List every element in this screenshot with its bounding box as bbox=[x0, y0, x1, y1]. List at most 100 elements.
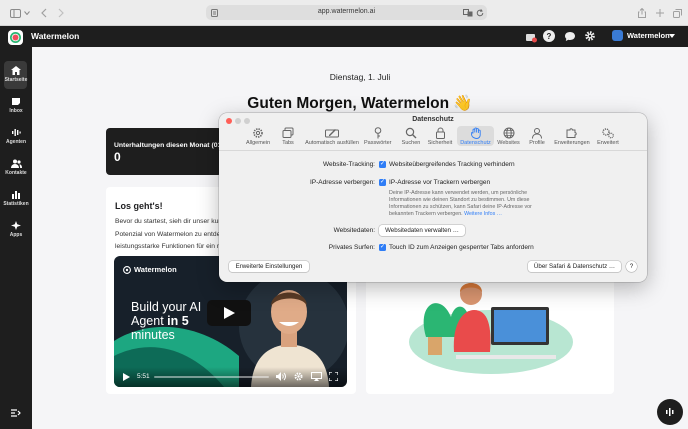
url-text: app.watermelon.ai bbox=[317, 8, 376, 15]
app-header: Watermelon ? Watermelon bbox=[0, 26, 688, 47]
sidebar-item-kontakte[interactable]: Kontakte bbox=[0, 159, 32, 176]
back-icon[interactable] bbox=[39, 7, 49, 19]
collapse-sidebar-icon[interactable] bbox=[10, 408, 22, 418]
ip-label: IP-Adresse verbergen: bbox=[309, 179, 375, 186]
tabs-icon bbox=[282, 127, 294, 138]
chat-icon[interactable] bbox=[563, 30, 576, 42]
private-browsing-option-label[interactable]: Touch ID zum Anzeigen gesperrter Tabs an… bbox=[389, 244, 534, 251]
address-bar[interactable]: app.watermelon.ai bbox=[206, 5, 487, 20]
play-icon bbox=[224, 307, 235, 319]
privacy-settings-window: Datenschutz Allgemein Tabs Automatisch a… bbox=[219, 113, 647, 282]
notifications-icon[interactable] bbox=[524, 30, 537, 43]
private-browsing-label: Privates Surfen: bbox=[328, 244, 375, 251]
volume-icon[interactable] bbox=[276, 372, 286, 381]
key-icon bbox=[374, 127, 381, 139]
chat-launcher-button[interactable] bbox=[657, 399, 683, 425]
sidebar-toggle-icon[interactable] bbox=[9, 8, 21, 18]
getting-started-text: Bevor du startest, sieh dir unser kur Po… bbox=[115, 218, 221, 250]
video-progress-bar[interactable] bbox=[154, 376, 269, 378]
tab-overview-icon[interactable] bbox=[672, 7, 682, 19]
ip-option-label[interactable]: IP-Adresse vor Trackern verbergen bbox=[389, 179, 490, 186]
private-browsing-checkbox[interactable]: ✓ bbox=[379, 244, 386, 251]
reload-icon[interactable] bbox=[475, 8, 484, 17]
airplay-icon[interactable] bbox=[311, 372, 322, 381]
greeting-title: Guten Morgen, Watermelon 👋 bbox=[247, 95, 473, 112]
account-avatar[interactable] bbox=[612, 30, 623, 41]
browser-toolbar: app.watermelon.ai bbox=[0, 0, 688, 26]
tab-allgemein[interactable]: Allgemein bbox=[246, 127, 270, 146]
globe-icon bbox=[503, 127, 514, 139]
tab-erweiterungen[interactable]: Erweiterungen bbox=[553, 127, 591, 146]
sidebar-item-label: Startseite bbox=[4, 77, 28, 83]
sidebar-item-label: Agenten bbox=[6, 139, 26, 145]
tab-passwoerter[interactable]: Passwörter bbox=[364, 127, 392, 146]
window-title: Datenschutz bbox=[412, 116, 454, 123]
watermelon-logo[interactable] bbox=[8, 30, 23, 45]
websitedata-label: Websitedaten: bbox=[333, 227, 375, 234]
video-headline: Build your AI Agent in 5 minutes bbox=[131, 300, 202, 342]
ip-description: Deine IP-Adresse kann verwendet werden, … bbox=[389, 190, 532, 218]
forward-icon[interactable] bbox=[56, 7, 66, 19]
tracking-label: Website-Tracking: bbox=[322, 161, 375, 168]
getting-started-title: Los geht's! bbox=[115, 201, 163, 211]
sidebar-item-agenten[interactable]: Agenten bbox=[0, 128, 32, 145]
share-icon[interactable] bbox=[637, 7, 647, 19]
play-small-icon[interactable] bbox=[123, 373, 130, 381]
puzzle-icon bbox=[566, 128, 577, 138]
conversations-stat-card[interactable]: Unterhaltungen diesen Monat (01-0 0 bbox=[106, 128, 227, 175]
new-tab-icon[interactable] bbox=[655, 7, 665, 19]
inbox-icon bbox=[12, 98, 20, 105]
hand-icon bbox=[470, 127, 481, 139]
settings-icon[interactable] bbox=[294, 372, 303, 381]
sidebar-item-label: Apps bbox=[9, 232, 23, 238]
tab-websites[interactable]: Websites bbox=[496, 127, 521, 146]
home-icon bbox=[11, 66, 21, 75]
sidebar-item-apps[interactable]: Apps bbox=[0, 221, 32, 238]
tab-automatisch-ausfuellen[interactable]: Automatisch ausfüllen bbox=[303, 127, 361, 146]
about-privacy-button[interactable]: Über Safari & Datenschutz … bbox=[528, 261, 621, 272]
fullscreen-icon[interactable] bbox=[329, 372, 338, 381]
settings-gear-icon[interactable] bbox=[584, 30, 596, 42]
help-button[interactable]: ? bbox=[626, 261, 637, 272]
tab-profile[interactable]: Profile bbox=[527, 127, 547, 146]
stat-label: Unterhaltungen diesen Monat (01-0 bbox=[114, 142, 227, 149]
advanced-settings-button[interactable]: Erweiterte Einstellungen bbox=[229, 261, 309, 272]
toolbar-divider bbox=[219, 150, 647, 151]
tab-datenschutz[interactable]: Datenschutz bbox=[458, 127, 493, 146]
account-chevron-down-icon[interactable] bbox=[668, 33, 676, 39]
stat-value: 0 bbox=[114, 150, 121, 164]
video-brand: Watermelon bbox=[123, 265, 177, 274]
chevron-down-icon[interactable] bbox=[23, 9, 31, 17]
sidebar: Startseite Inbox Agenten Kontakte Statis… bbox=[0, 47, 32, 429]
play-button[interactable] bbox=[207, 300, 251, 326]
search-icon bbox=[405, 127, 417, 139]
sidebar-item-startseite[interactable]: Startseite bbox=[0, 66, 32, 83]
manage-websitedata-button[interactable]: Websitedaten verwalten … bbox=[379, 225, 465, 236]
tab-sicherheit[interactable]: Sicherheit bbox=[426, 127, 454, 146]
tab-suchen[interactable]: Suchen bbox=[400, 127, 422, 146]
autofill-icon bbox=[325, 129, 339, 138]
watermelon-mark-icon bbox=[123, 265, 131, 274]
sidebar-item-label: Kontakte bbox=[5, 170, 27, 176]
stats-icon bbox=[12, 191, 20, 199]
gear-icon bbox=[253, 128, 263, 138]
voice-wave-icon bbox=[666, 408, 674, 416]
tab-tabs[interactable]: Tabs bbox=[280, 127, 296, 146]
date-label: Dienstag, 1. Juli bbox=[329, 72, 391, 82]
sidebar-item-inbox[interactable]: Inbox bbox=[0, 97, 32, 114]
account-name[interactable]: Watermelon bbox=[627, 31, 670, 40]
sidebar-item-label: Inbox bbox=[9, 108, 23, 114]
agents-icon bbox=[12, 129, 21, 136]
more-info-link[interactable]: Weitere Infos … bbox=[464, 211, 502, 217]
agent-illustration bbox=[409, 283, 573, 374]
tracking-option-label[interactable]: Websiteübergreifendes Tracking verhinder… bbox=[389, 161, 515, 168]
tracking-checkbox[interactable]: ✓ bbox=[379, 161, 386, 168]
sidebar-item-statistiken[interactable]: Statistiken bbox=[0, 190, 32, 207]
sidebar-item-label: Statistiken bbox=[3, 201, 29, 207]
translate-icon[interactable] bbox=[463, 8, 473, 17]
advanced-gears-icon bbox=[602, 128, 614, 139]
ip-checkbox[interactable]: ✓ bbox=[379, 179, 386, 186]
apps-icon bbox=[11, 221, 21, 230]
tab-erweitert[interactable]: Erweitert bbox=[595, 127, 621, 146]
help-icon[interactable]: ? bbox=[543, 30, 555, 42]
